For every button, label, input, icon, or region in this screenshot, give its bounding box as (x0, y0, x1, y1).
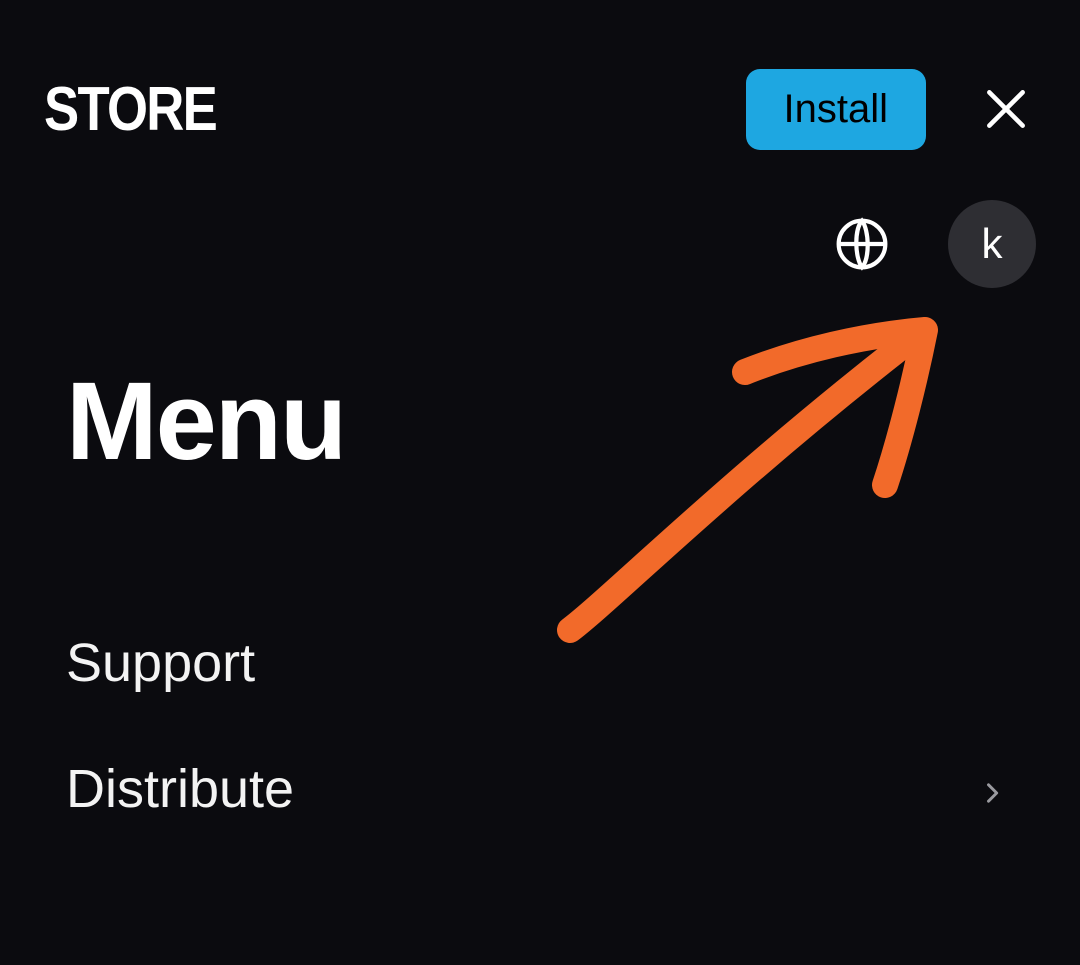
menu-item-support[interactable]: Support (66, 600, 1014, 726)
install-button[interactable]: Install (746, 69, 927, 150)
menu-panel: Menu Support Distribute (0, 288, 1080, 852)
close-button[interactable] (976, 79, 1036, 139)
menu-title: Menu (66, 358, 1014, 485)
menu-item-label: Distribute (66, 758, 294, 820)
store-logo[interactable]: STORE (44, 74, 216, 145)
chevron-right-icon (978, 758, 1006, 820)
subheader: k (0, 160, 1080, 288)
language-button[interactable] (832, 214, 892, 274)
header: STORE Install (0, 0, 1080, 160)
menu-item-label: Support (66, 632, 255, 694)
menu-list: Support Distribute (66, 600, 1014, 852)
globe-icon (834, 216, 890, 272)
menu-item-distribute[interactable]: Distribute (66, 726, 1014, 852)
close-icon (981, 84, 1031, 134)
avatar-letter: k (982, 220, 1003, 268)
avatar[interactable]: k (948, 200, 1036, 288)
header-actions: Install (746, 69, 1037, 150)
